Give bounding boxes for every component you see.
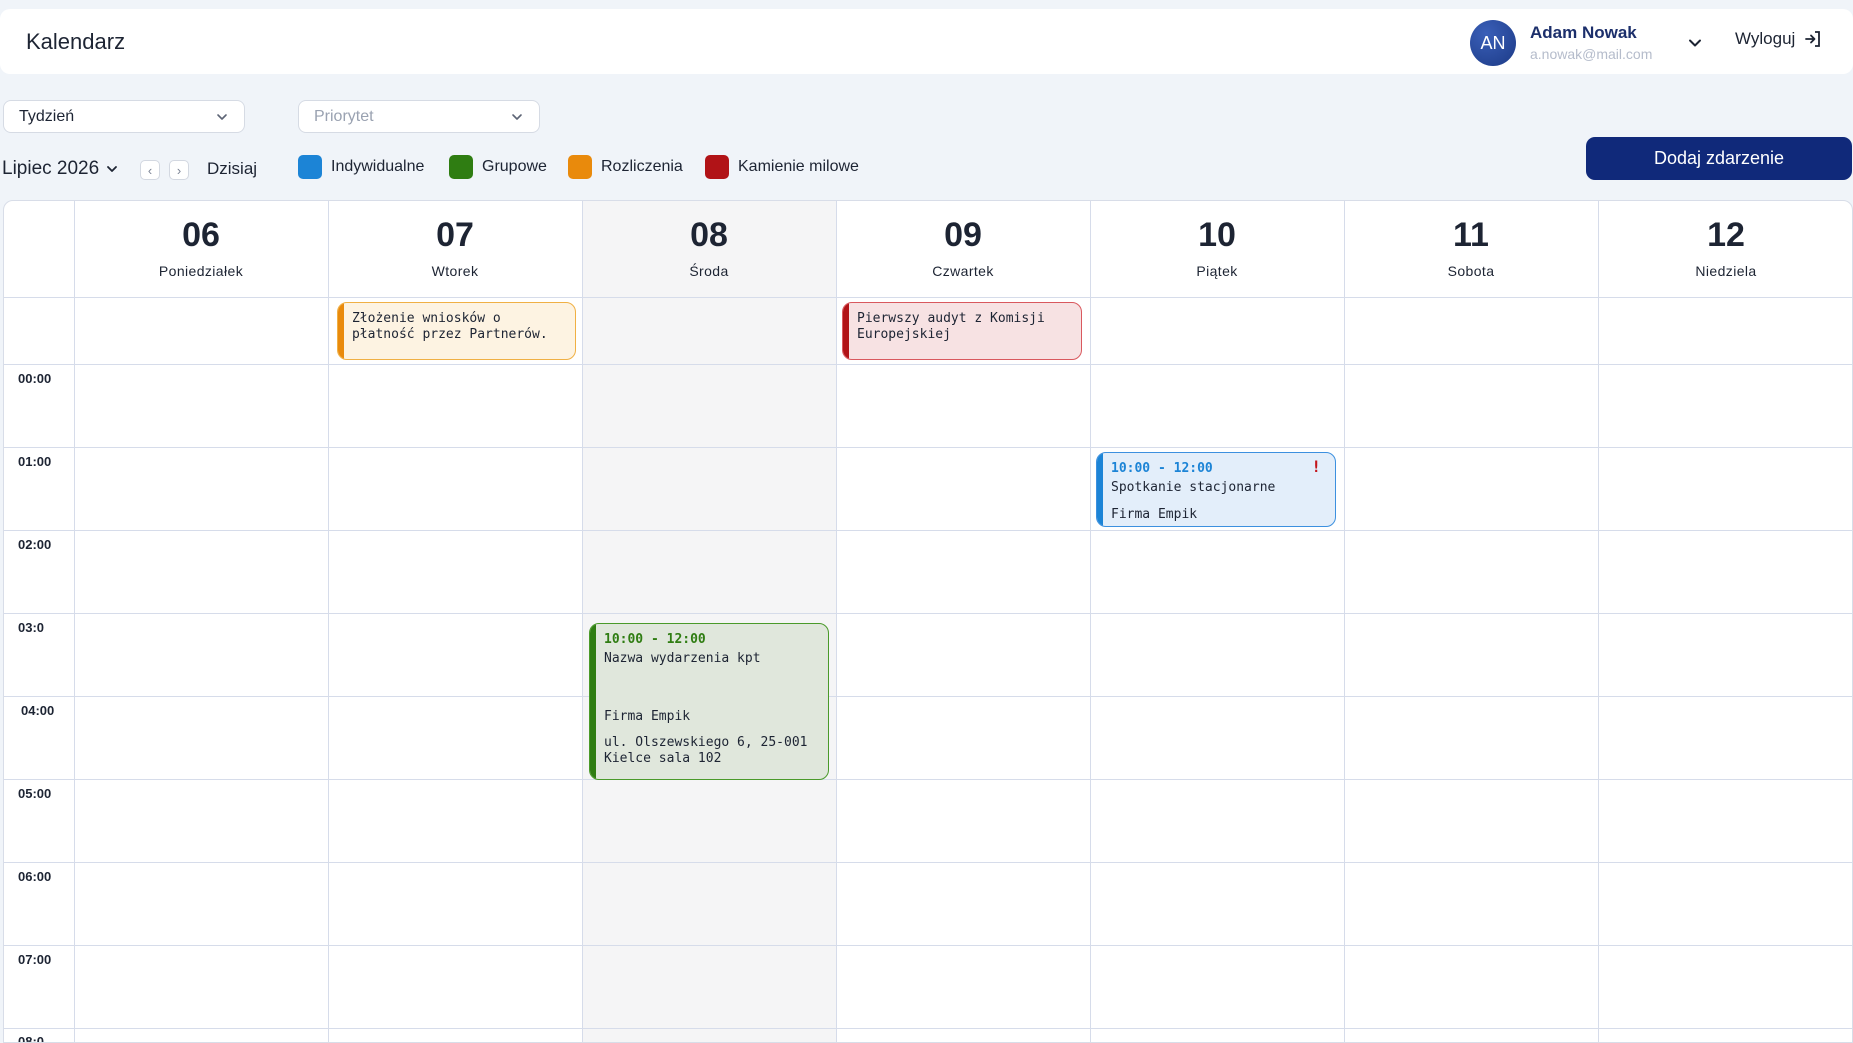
day-header-wed[interactable]: 08 Środa: [582, 213, 836, 279]
event-title: Nazwa wydarzenia kpt: [604, 651, 761, 666]
day-header-sun[interactable]: 12 Niedziela: [1598, 213, 1852, 279]
event-company: Firma Empik: [1111, 507, 1198, 522]
day-name: Wtorek: [431, 263, 479, 279]
add-event-button[interactable]: Dodaj zdarzenie: [1586, 137, 1852, 180]
legend-item-group: Grupowe: [449, 155, 547, 179]
priority-select[interactable]: Priorytet: [298, 100, 540, 133]
row-divider: [4, 945, 1852, 946]
day-number: 12: [1707, 216, 1745, 254]
column-divider: [1344, 201, 1345, 1042]
time-label: 03:0: [18, 620, 45, 635]
page-title: Kalendarz: [26, 29, 126, 54]
row-divider: [4, 364, 1852, 365]
day-number: 08: [690, 216, 728, 254]
legend-label: Grupowe: [482, 158, 547, 175]
column-divider: [836, 201, 837, 1042]
row-divider: [4, 447, 1852, 448]
row-divider: [4, 297, 1852, 298]
chevron-down-icon[interactable]: [1685, 33, 1705, 53]
column-divider: [1090, 201, 1091, 1042]
legend-item-settlements: Rozliczenia: [568, 155, 683, 179]
legend-label: Rozliczenia: [601, 158, 683, 175]
top-bar: Kalendarz AN Adam Nowak a.nowak@mail.com…: [0, 9, 1853, 74]
day-number: 11: [1453, 216, 1489, 254]
today-button[interactable]: Dzisiaj: [207, 159, 257, 179]
legend-swatch: [705, 155, 729, 179]
day-name: Piątek: [1196, 263, 1238, 279]
day-header-fri[interactable]: 10 Piątek: [1090, 213, 1344, 279]
row-divider: [4, 613, 1852, 614]
column-divider: [328, 201, 329, 1042]
row-divider: [4, 696, 1852, 697]
day-name: Niedziela: [1695, 263, 1757, 279]
time-label: 02:00: [18, 537, 52, 552]
logout-icon: [1805, 31, 1821, 47]
chevron-down-icon: [512, 114, 522, 120]
day-number: 10: [1198, 216, 1236, 254]
logout-button[interactable]: Wyloguj: [1735, 29, 1823, 49]
prev-week-button[interactable]: ‹: [140, 160, 160, 180]
time-label: 01:00: [18, 454, 52, 469]
time-label: 00:00: [18, 371, 52, 386]
day-header-thu[interactable]: 09 Czwartek: [836, 213, 1090, 279]
row-divider: [4, 1028, 1852, 1029]
event-card-group[interactable]: 10:00 - 12:00 Nazwa wydarzenia kpt Firma…: [589, 623, 829, 780]
logout-label: Wyloguj: [1735, 29, 1796, 48]
chevron-down-icon: [107, 166, 118, 172]
legend-label: Kamienie milowe: [738, 158, 859, 175]
time-label: 07:00: [18, 952, 52, 967]
legend-item-milestones: Kamienie milowe: [705, 155, 859, 179]
time-label: 04:00: [21, 703, 55, 718]
event-title: Spotkanie stacjonarne: [1111, 480, 1276, 495]
day-number: 07: [436, 216, 474, 254]
legend-item-individual: Indywidualne: [298, 155, 424, 179]
day-header-tue[interactable]: 07 Wtorek: [328, 213, 582, 279]
row-divider: [4, 530, 1852, 531]
legend-swatch: [568, 155, 592, 179]
event-time: 10:00 - 12:00: [604, 632, 706, 647]
today-column: [582, 201, 836, 1042]
event-card-milestone[interactable]: Pierwszy audyt z Komisji Europejskiej: [842, 302, 1082, 360]
row-divider: [4, 779, 1852, 780]
event-title: Złożenie wniosków o płatność przez Partn…: [352, 311, 548, 342]
user-email: a.nowak@mail.com: [1530, 46, 1653, 62]
chevron-down-icon: [217, 114, 227, 120]
legend-label: Indywidualne: [331, 158, 425, 175]
day-header-mon[interactable]: 06 Poniedziałek: [74, 213, 328, 279]
day-header-sat[interactable]: 11 Sobota: [1344, 213, 1598, 279]
time-label: 05:00: [18, 786, 52, 801]
event-time: 10:00 - 12:00: [1111, 461, 1213, 476]
priority-placeholder: Priorytet: [314, 107, 374, 125]
day-name: Poniedziałek: [158, 263, 244, 279]
time-label: 06:00: [18, 869, 52, 884]
day-number: 09: [944, 216, 982, 254]
avatar[interactable]: AN: [1470, 20, 1516, 66]
day-name: Sobota: [1447, 263, 1495, 279]
column-divider: [1598, 201, 1599, 1042]
legend-swatch: [449, 155, 473, 179]
day-number: 06: [182, 216, 220, 254]
event-company: Firma Empik: [604, 709, 691, 724]
time-label: 08:0: [18, 1034, 45, 1043]
week-calendar: 06 Poniedziałek 07 Wtorek 08 Środa 09 Cz…: [3, 200, 1853, 1043]
next-week-button[interactable]: ›: [169, 160, 189, 180]
row-divider: [4, 862, 1852, 863]
user-name: Adam Nowak: [1530, 23, 1637, 42]
month-label: Lipiec 2026: [2, 158, 100, 179]
day-name: Czwartek: [932, 263, 994, 279]
month-selector[interactable]: Lipiec 2026: [2, 158, 119, 180]
period-select[interactable]: Tydzień: [3, 100, 245, 133]
period-value: Tydzień: [19, 107, 75, 125]
day-name: Środa: [689, 263, 729, 279]
event-title: Pierwszy audyt z Komisji Europejskiej: [857, 311, 1045, 342]
event-card-settlement[interactable]: Złożenie wniosków o płatność przez Partn…: [337, 302, 576, 360]
column-divider: [582, 201, 583, 1042]
legend-swatch: [298, 155, 322, 179]
column-divider: [74, 201, 75, 1042]
priority-alert-icon: !: [1311, 457, 1321, 476]
event-address: ul. Olszewskiego 6, 25-001 Kielce sala 1…: [604, 735, 808, 766]
event-card-individual[interactable]: 10:00 - 12:00 Spotkanie stacjonarne Firm…: [1096, 452, 1336, 527]
